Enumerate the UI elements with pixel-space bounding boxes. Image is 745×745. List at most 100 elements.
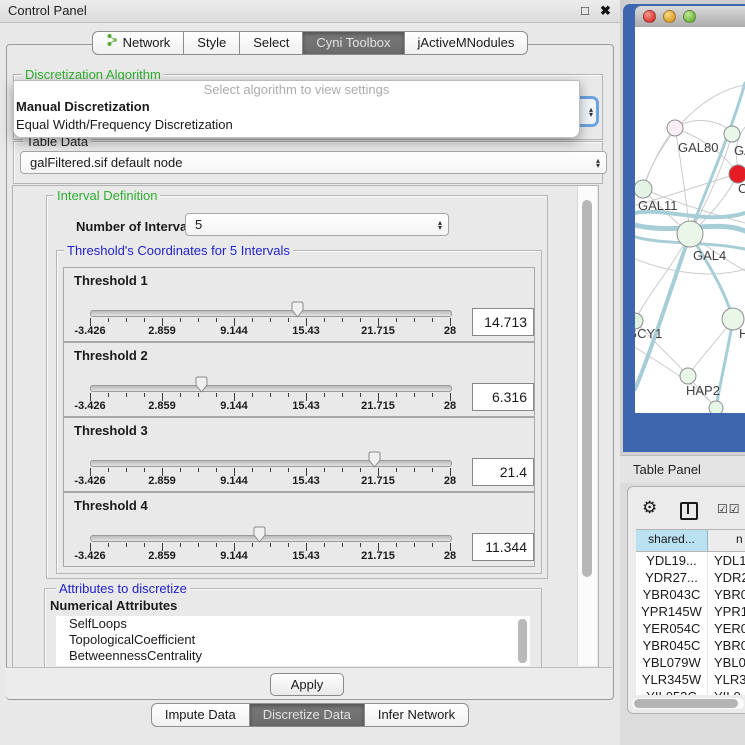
thresholds-group: Threshold's Coordinates for 5 Intervals … <box>56 250 542 574</box>
tick-mark <box>360 393 361 397</box>
slider-track[interactable] <box>90 310 452 317</box>
attribute-list-item[interactable]: TopologicalCoefficient <box>56 632 515 648</box>
tick-label: 2.859 <box>148 325 176 337</box>
number-of-intervals-combo[interactable]: 5 ▴ ▾ <box>185 213 449 236</box>
attribute-list-item[interactable]: SelfLoops <box>56 616 515 632</box>
threshold-value-field[interactable]: 21.4 <box>472 458 534 486</box>
slider-track[interactable] <box>90 535 452 542</box>
close-window-icon[interactable] <box>643 10 656 23</box>
node-label: GCY1 <box>635 326 662 341</box>
tick-mark <box>198 468 199 472</box>
scrollbar-thumb[interactable] <box>582 200 592 577</box>
threshold-label: Threshold 3 <box>74 423 148 438</box>
dropdown-option[interactable]: Manual Discretization <box>14 98 579 116</box>
spin-down-icon: ▾ <box>589 112 593 117</box>
tick-mark <box>108 318 109 322</box>
select-columns-icon[interactable]: ☑☑ <box>717 503 741 515</box>
apply-row: Apply <box>6 667 612 699</box>
tick-label: 15.43 <box>292 325 320 337</box>
slider-handle[interactable] <box>253 526 266 543</box>
tick-label: 21.715 <box>361 400 395 412</box>
tick-mark <box>126 318 127 322</box>
table-row[interactable]: YDL19...YDL1 <box>636 552 745 569</box>
slider-track[interactable] <box>90 460 452 467</box>
column-header-name[interactable]: n <box>708 530 745 551</box>
tab-impute-data[interactable]: Impute Data <box>151 703 250 727</box>
dropdown-options: Manual DiscretizationEqual Width/Frequen… <box>14 98 579 134</box>
tab-style[interactable]: Style <box>184 31 240 55</box>
dropdown-option[interactable]: Equal Width/Frequency Discretization <box>14 116 579 134</box>
table-row[interactable]: YIL053CYIL0 <box>636 688 745 695</box>
tab-select[interactable]: Select <box>240 31 303 55</box>
threshold-value-field[interactable]: 11.344 <box>472 533 534 561</box>
threshold-value-field[interactable]: 6.316 <box>472 383 534 411</box>
network-canvas[interactable]: GAL80GACGAL11GAL4GCY1HAHAP2 <box>635 27 745 413</box>
tab-label: Infer Network <box>378 704 455 726</box>
network-node[interactable] <box>667 120 683 136</box>
tick-mark <box>144 468 145 472</box>
tick-label: 2.859 <box>148 550 176 562</box>
gear-icon[interactable]: ⚙ <box>642 499 657 516</box>
threshold-value-field[interactable]: 14.713 <box>472 308 534 336</box>
network-window-titlebar[interactable] <box>635 6 745 28</box>
numerical-attributes-list: SelfLoopsTopologicalCoefficientBetweenne… <box>56 616 515 666</box>
scrollbar-thumb[interactable] <box>518 619 527 663</box>
combo-value: 5 <box>195 217 438 232</box>
table-row[interactable]: YDR27...YDR2 <box>636 569 745 586</box>
tick-mark <box>108 393 109 397</box>
node-label: GAL80 <box>678 140 718 155</box>
tick-label: -3.426 <box>74 325 105 337</box>
tick-mark <box>324 393 325 397</box>
cell-name: YIL0 <box>708 688 745 695</box>
control-panel-header: Control Panel □ ✖ <box>0 0 620 23</box>
tab-infer-network[interactable]: Infer Network <box>365 703 469 727</box>
table-row[interactable]: YBL079WYBL0 <box>636 654 745 671</box>
network-view-window[interactable]: GAL80GACGAL11GAL4GCY1HAHAP2 <box>623 4 745 452</box>
tab-cyni-toolbox[interactable]: Cyni Toolbox <box>303 31 404 55</box>
tab-discretize-data[interactable]: Discretize Data <box>250 703 365 727</box>
table-panel-title: Table Panel <box>633 456 701 483</box>
dropdown-placeholder-option[interactable]: Select algorithm to view settings <box>14 81 579 98</box>
right-side: GAL80GACGAL11GAL4GCY1HAHAP2 Table Panel … <box>620 0 745 745</box>
threshold-label: Threshold 4 <box>74 498 148 513</box>
attributes-list-scrollbar[interactable] <box>515 616 530 666</box>
cell-shared-name: YIL053C <box>636 688 708 695</box>
tick-mark <box>126 543 127 547</box>
apply-button[interactable]: Apply <box>270 673 344 696</box>
slider-handle[interactable] <box>368 451 381 468</box>
attribute-list-item[interactable]: BetweennessCentrality <box>56 648 515 664</box>
table-data-combo[interactable]: galFiltered.sif default node ▴ ▾ <box>20 151 607 174</box>
slider-handle[interactable] <box>195 376 208 393</box>
close-icon[interactable]: ✖ <box>600 2 611 20</box>
network-node[interactable] <box>677 221 703 247</box>
column-header-shared-name[interactable]: shared... <box>636 530 708 551</box>
tab-jactivemnodules[interactable]: jActiveMNodules <box>405 31 529 55</box>
table-row[interactable]: YBR045CYBR0 <box>636 637 745 654</box>
table-panel-area: ⚙ ☑☑ shared... n YDL19...YDL1YDR27...YDR… <box>620 483 745 745</box>
tick-mark <box>396 318 397 322</box>
vertical-scrollbar[interactable] <box>577 186 597 666</box>
slider-handle[interactable] <box>291 301 304 318</box>
table-row[interactable]: YLR345WYLR3 <box>636 671 745 688</box>
tick-mark <box>252 543 253 547</box>
network-node[interactable] <box>709 401 723 413</box>
table-row[interactable]: YPR145WYPR1 <box>636 603 745 620</box>
float-window-icon[interactable]: □ <box>581 2 589 20</box>
horizontal-scrollbar[interactable] <box>632 698 744 709</box>
column-layout-icon[interactable] <box>680 502 698 520</box>
network-node[interactable] <box>724 126 740 142</box>
minimize-window-icon[interactable] <box>663 10 676 23</box>
network-node[interactable] <box>680 368 696 384</box>
tick-label: 2.859 <box>148 400 176 412</box>
tick-mark <box>360 543 361 547</box>
scrollbar-thumb[interactable] <box>634 699 738 708</box>
network-node[interactable] <box>635 180 652 198</box>
table-row[interactable]: YER054CYER0 <box>636 620 745 637</box>
network-icon <box>106 32 118 54</box>
slider-ticks <box>90 468 450 476</box>
tab-network[interactable]: Network <box>92 31 185 55</box>
table-row[interactable]: YBR043CYBR0 <box>636 586 745 603</box>
slider-track[interactable] <box>90 385 452 392</box>
tick-mark <box>216 318 217 322</box>
zoom-window-icon[interactable] <box>683 10 696 23</box>
